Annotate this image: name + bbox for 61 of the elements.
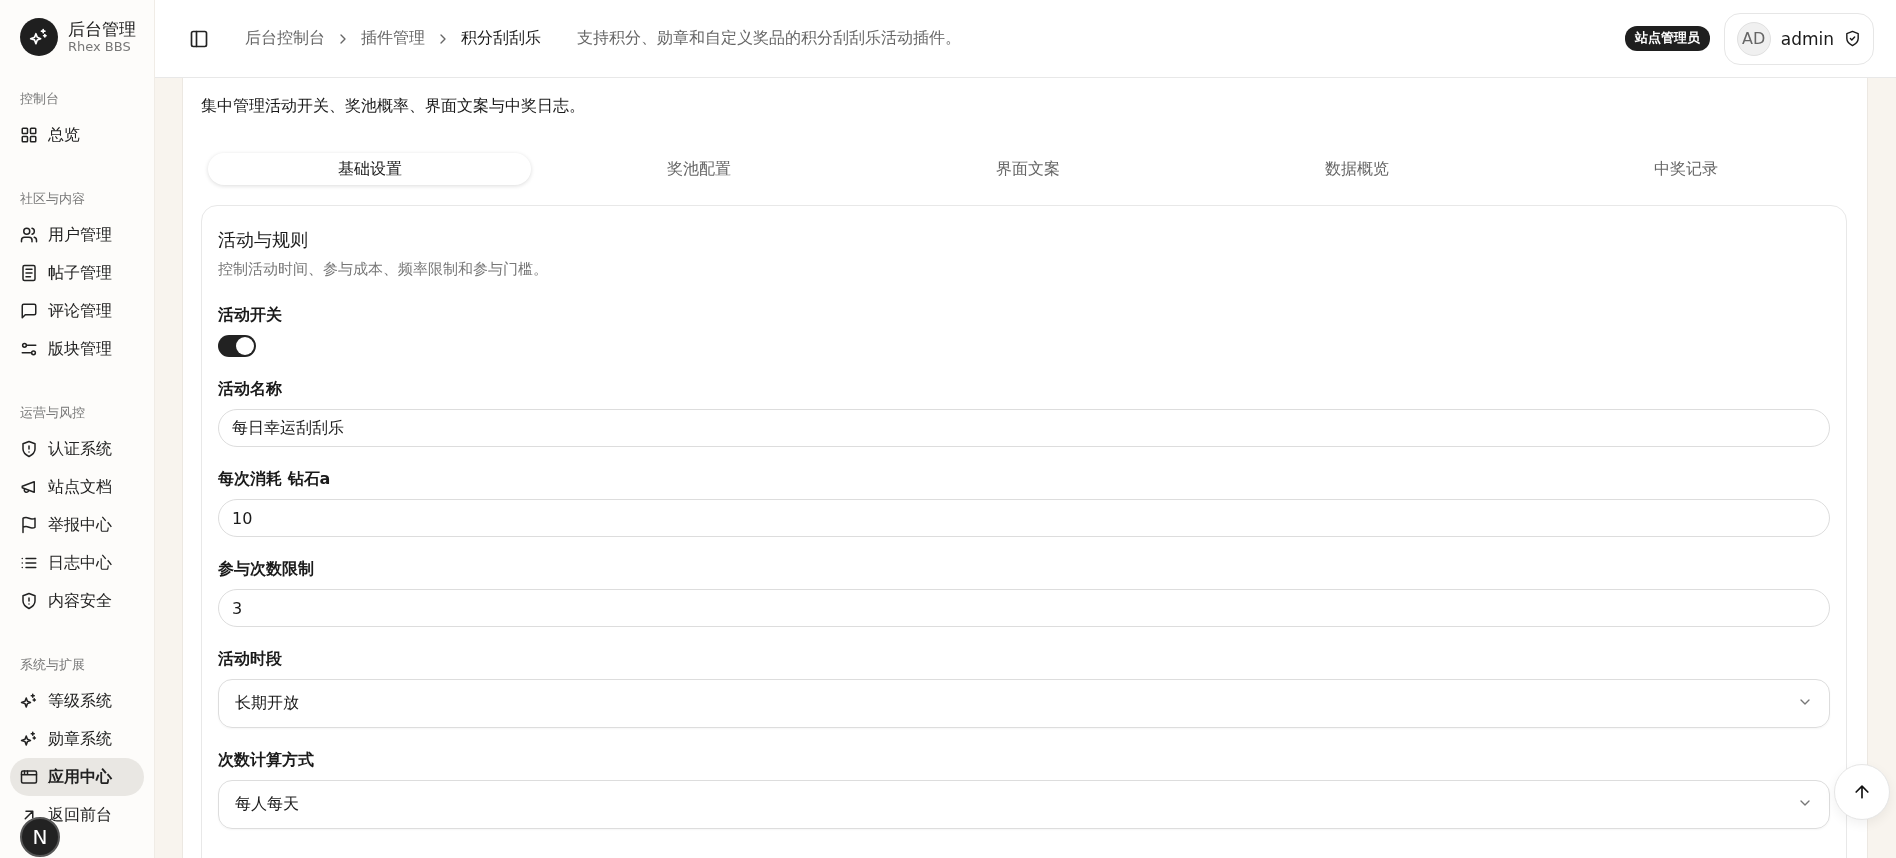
shield-alert-icon <box>20 592 38 610</box>
breadcrumb-link[interactable]: 插件管理 <box>361 28 425 49</box>
sparkles-icon <box>20 692 38 710</box>
sparkles-icon <box>29 27 49 47</box>
sparkles-icon <box>20 730 38 748</box>
select-field[interactable]: 每人每天 <box>218 780 1830 829</box>
tab[interactable]: 界面文案 <box>866 153 1189 185</box>
select-field[interactable]: 长期开放 <box>218 679 1830 728</box>
grid-icon <box>20 126 38 144</box>
intro-text: 集中管理活动开关、奖池概率、界面文案与中奖日志。 <box>201 96 586 117</box>
user-avatar: AD <box>1736 21 1771 56</box>
sidebar-item[interactable]: 日志中心 <box>10 544 144 582</box>
document-icon <box>20 264 38 282</box>
tab[interactable]: 中奖记录 <box>1524 153 1847 185</box>
input-field[interactable]: 3 <box>218 589 1830 627</box>
sidebar-item[interactable]: 应用中心 <box>10 758 144 796</box>
sidebar-item[interactable]: 等级系统 <box>10 682 144 720</box>
flag-icon <box>20 516 38 534</box>
brand-subtitle: Rhex BBS <box>68 39 132 55</box>
sidebar-item[interactable]: 总览 <box>10 116 144 154</box>
input-field[interactable]: 每日幸运刮刮乐 <box>218 409 1830 447</box>
sidebar-item[interactable]: 评论管理 <box>10 292 144 330</box>
section-title: 活动与规则 <box>218 228 309 252</box>
sidebar-section-title: 控制台 <box>19 90 60 108</box>
sidebar-section-title: 社区与内容 <box>19 190 86 208</box>
sidebar-item[interactable]: 用户管理 <box>10 216 144 254</box>
chat-bubble-icon <box>20 302 38 320</box>
field-label: 次数计算方式 <box>218 750 315 770</box>
field-label: 参与次数限制 <box>218 559 315 579</box>
app-window-icon <box>20 768 38 786</box>
sidebar-section-title: 系统与扩展 <box>19 656 86 674</box>
user-name: admin <box>1780 28 1834 49</box>
sidebar-item[interactable]: 站点文档 <box>10 468 144 506</box>
panel-left-icon <box>189 28 209 49</box>
tab[interactable]: 基础设置 <box>208 153 531 185</box>
shield-alert-icon <box>20 440 38 458</box>
sidebar-item[interactable]: 认证系统 <box>10 430 144 468</box>
shield-check-icon <box>1844 30 1861 47</box>
toggle-switch[interactable] <box>218 335 256 357</box>
input-field[interactable]: 10 <box>218 499 1830 537</box>
breadcrumb-link[interactable]: 后台控制台 <box>245 28 325 49</box>
role-badge: 站点管理员 <box>1624 26 1710 51</box>
sliders-icon <box>20 340 38 358</box>
sidebar-item[interactable]: 版块管理 <box>10 330 144 368</box>
users-icon <box>20 226 38 244</box>
tab[interactable]: 奖池配置 <box>537 153 860 185</box>
sidebar-item[interactable]: 帖子管理 <box>10 254 144 292</box>
field-label: 活动开关 <box>218 305 283 325</box>
sidebar-item[interactable]: 举报中心 <box>10 506 144 544</box>
page-description: 支持积分、勋章和自定义奖品的积分刮刮乐活动插件。 <box>577 28 961 49</box>
brand-title: 后台管理 <box>68 19 136 39</box>
sidebar-item[interactable]: 勋章系统 <box>10 720 144 758</box>
user-menu[interactable]: AD admin <box>1723 12 1874 65</box>
sidebar-section-title: 运营与风控 <box>19 404 86 422</box>
field-label: 活动名称 <box>218 379 283 399</box>
section-subtitle: 控制活动时间、参与成本、频率限制和参与门槛。 <box>218 260 549 279</box>
megaphone-icon <box>20 478 38 496</box>
field-label: 活动时段 <box>218 649 283 669</box>
field-label: 每次消耗 钻石a <box>218 469 332 489</box>
sidebar-item[interactable]: 内容安全 <box>10 582 144 620</box>
tab[interactable]: 数据概览 <box>1195 153 1518 185</box>
